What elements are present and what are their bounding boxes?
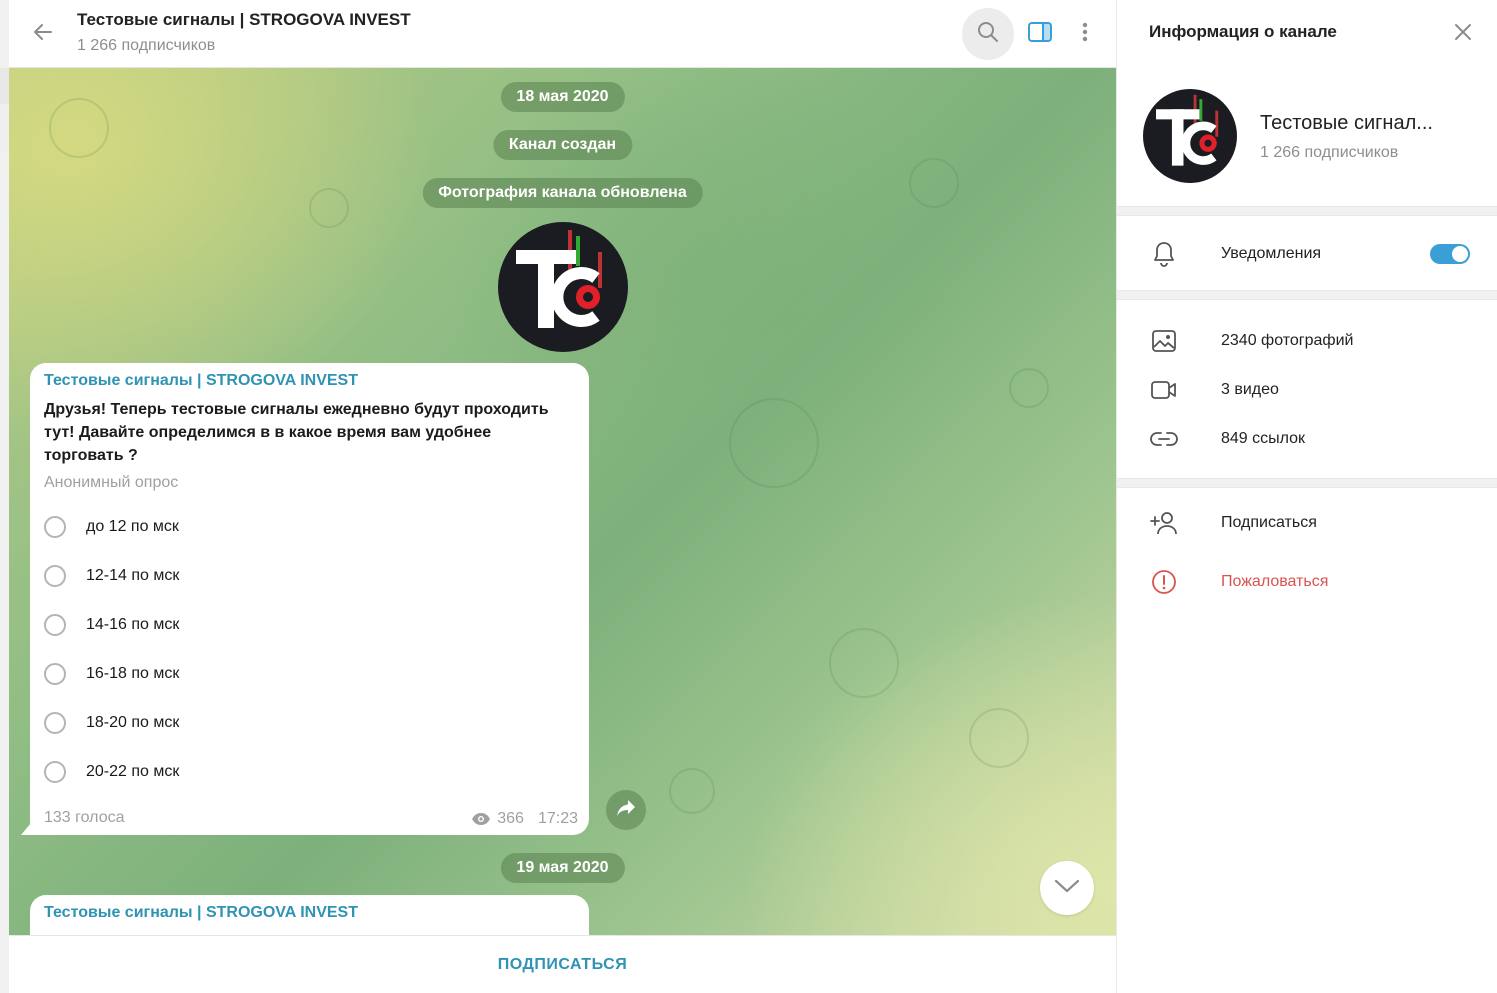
scroll-down-button[interactable]	[1040, 861, 1094, 915]
channel-avatar[interactable]	[1143, 89, 1237, 183]
toggle-knob	[1452, 246, 1468, 262]
add-user-icon	[1149, 508, 1179, 538]
bottom-bar: ПОДПИСАТЬСЯ	[9, 935, 1116, 993]
video-icon	[1149, 375, 1179, 405]
background-doodle	[309, 188, 349, 228]
links-count: 849 ссылок	[1221, 430, 1306, 447]
chat-area[interactable]: 18 мая 2020 Канал создан Фотография кана…	[9, 68, 1116, 935]
poll-option[interactable]: 18-20 по мск	[44, 708, 179, 738]
background-doodle	[729, 398, 819, 488]
message-sender[interactable]: Тестовые сигналы | STROGOVA INVEST	[44, 904, 358, 922]
telegram-window: Тестовые сигналы | STROGOVA INVEST 1 266…	[0, 0, 1497, 993]
strip-segment	[0, 68, 9, 104]
poll-option-label: 20-22 по мск	[86, 763, 180, 780]
radio-icon	[44, 614, 66, 636]
background-doodle	[1009, 368, 1049, 408]
background-doodle	[49, 98, 109, 158]
channel-name: Тестовые сигнал...	[1260, 112, 1433, 134]
share-button[interactable]	[606, 790, 646, 830]
poll-option[interactable]: 20-22 по мск	[44, 757, 179, 787]
poll-message[interactable]: Тестовые сигналы | STROGOVA INVEST Друзь…	[21, 363, 589, 835]
side-panel-icon	[1027, 20, 1053, 49]
poll-option-label: 12-14 по мск	[86, 567, 180, 584]
channel-info-panel: Информация о канале Тестовые сигнал... 1…	[1116, 0, 1497, 993]
poll-option[interactable]: 12-14 по мск	[44, 561, 179, 591]
photos-count: 2340 фотографий	[1221, 332, 1354, 349]
more-button[interactable]	[1059, 8, 1111, 60]
notifications-toggle[interactable]	[1430, 244, 1470, 264]
section-divider	[1117, 478, 1497, 488]
radio-icon	[44, 516, 66, 538]
report-row[interactable]: Пожаловаться	[1117, 559, 1497, 605]
left-strip	[0, 0, 9, 993]
radio-icon	[44, 663, 66, 685]
channel-subscribers: 1 266 подписчиков	[1260, 144, 1399, 161]
chat-subscribers: 1 266 подписчиков	[77, 37, 216, 54]
back-button[interactable]	[27, 18, 59, 50]
photos-row[interactable]: 2340 фотографий	[1117, 318, 1497, 364]
eye-icon	[471, 812, 491, 826]
service-message: Фотография канала обновлена	[422, 178, 703, 208]
chevron-down-icon	[1054, 878, 1080, 899]
photo-icon	[1149, 326, 1179, 356]
panel-title: Информация о канале	[1149, 22, 1337, 41]
link-icon	[1149, 424, 1179, 454]
report-label: Пожаловаться	[1221, 573, 1329, 590]
poll-option[interactable]: до 12 по мск	[44, 512, 179, 542]
subscribe-row[interactable]: Подписаться	[1117, 500, 1497, 546]
search-icon	[976, 20, 1000, 49]
poll-votes: 133 голоса	[44, 809, 125, 826]
poll-type: Анонимный опрос	[44, 474, 179, 491]
share-icon	[616, 799, 636, 822]
poll-option-label: 16-18 по мск	[86, 665, 180, 682]
chat-title[interactable]: Тестовые сигналы | STROGOVA INVEST	[77, 10, 411, 30]
videos-count: 3 видео	[1221, 381, 1279, 398]
videos-row[interactable]: 3 видео	[1117, 367, 1497, 413]
notifications-label: Уведомления	[1221, 245, 1322, 262]
channel-photo[interactable]	[498, 222, 628, 352]
poll-option-label: 18-20 по мск	[86, 714, 180, 731]
back-arrow-icon	[31, 20, 55, 49]
poll-option-label: до 12 по мск	[86, 518, 179, 535]
poll-question: Друзья! Теперь тестовые сигналы ежедневн…	[44, 401, 549, 464]
chat-header: Тестовые сигналы | STROGOVA INVEST 1 266…	[9, 0, 1116, 68]
poll-option-label: 14-16 по мск	[86, 616, 180, 633]
section-divider	[1117, 290, 1497, 300]
poll-option[interactable]: 16-18 по мск	[44, 659, 179, 689]
notifications-row[interactable]: Уведомления	[1117, 231, 1497, 277]
subscribe-button[interactable]: ПОДПИСАТЬСЯ	[498, 956, 627, 974]
radio-icon	[44, 761, 66, 783]
background-doodle	[829, 628, 899, 698]
links-row[interactable]: 849 ссылок	[1117, 416, 1497, 462]
message-time: 17:23	[537, 810, 578, 827]
close-icon	[1453, 22, 1473, 47]
message-bubble[interactable]: Тестовые сигналы | STROGOVA INVEST	[30, 895, 589, 935]
poll-option[interactable]: 14-16 по мск	[44, 610, 179, 640]
more-vertical-icon	[1081, 20, 1089, 49]
service-message: Канал создан	[492, 130, 633, 160]
subscribe-label: Подписаться	[1221, 514, 1317, 531]
close-panel-button[interactable]	[1447, 18, 1479, 50]
strip-segment	[0, 104, 9, 152]
message-sender[interactable]: Тестовые сигналы | STROGOVA INVEST	[44, 372, 358, 390]
message-meta: 366 17:23	[471, 810, 578, 828]
date-separator: 19 мая 2020	[500, 853, 625, 883]
date-separator: 18 мая 2020	[500, 82, 625, 112]
background-doodle	[669, 768, 715, 814]
background-doodle	[909, 158, 959, 208]
search-button[interactable]	[962, 8, 1014, 60]
report-icon	[1149, 567, 1179, 597]
view-count: 366	[497, 810, 524, 827]
section-divider	[1117, 206, 1497, 216]
bell-icon	[1149, 239, 1179, 269]
background-doodle	[969, 708, 1029, 768]
radio-icon	[44, 565, 66, 587]
radio-icon	[44, 712, 66, 734]
